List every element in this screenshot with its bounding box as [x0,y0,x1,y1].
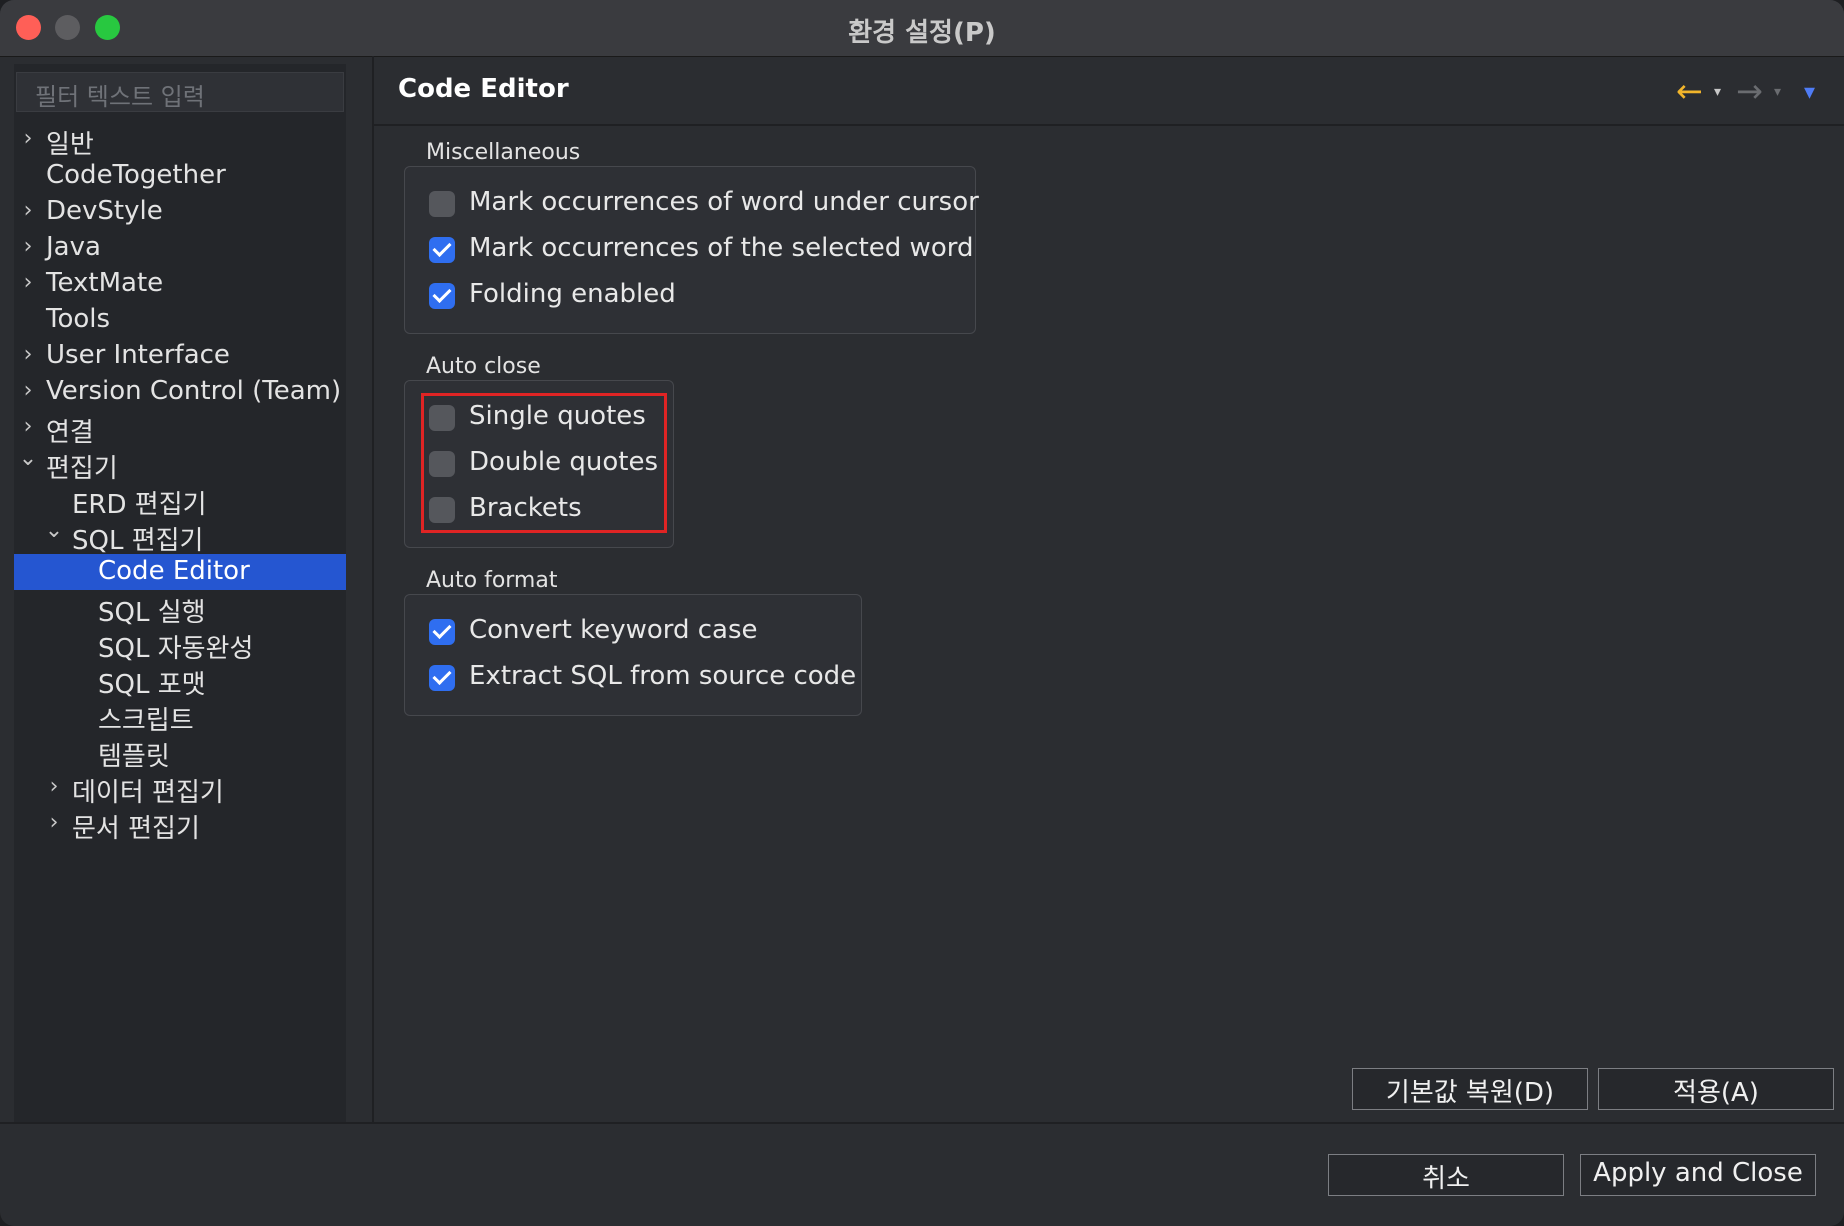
checkbox-checked-icon[interactable] [429,665,455,691]
checkbox-checked-icon[interactable] [429,237,455,263]
highlight-box [421,393,667,533]
sidebar-divider[interactable] [372,56,374,1122]
apply-and-close-button[interactable]: Apply and Close [1580,1154,1816,1196]
tree-item-codetogether[interactable]: CodeTogether [14,158,346,194]
chevron-right-icon[interactable]: › [18,126,38,151]
tree-item-label: User Interface [46,340,230,370]
tree-item-java[interactable]: › Java [14,230,346,266]
tree-item-general[interactable]: › 일반 [14,122,346,160]
tree-item-label: Tools [46,304,111,334]
tree-item-label: 데이터 편집기 [72,778,224,808]
tree-item-user-interface[interactable]: › User Interface [14,338,346,374]
checkbox-label[interactable]: Mark occurrences of word under cursor [469,187,979,217]
autoclose-group-label: Auto close [426,354,541,379]
tree-item-label: TextMate [46,268,164,298]
tree-item-label: ERD 편집기 [72,490,207,520]
checkbox-checked-icon[interactable] [429,619,455,645]
chevron-down-icon[interactable]: ⌄ [18,446,38,471]
page-header: Code Editor ← ▾ → ▾ ▾ [374,56,1844,126]
tree-item-sql-format[interactable]: SQL 포맷 [14,662,346,700]
view-menu-icon[interactable]: ▾ [1804,80,1815,105]
back-history-dropdown-icon[interactable]: ▾ [1714,84,1721,100]
tree-item-sql-autocomplete[interactable]: SQL 자동완성 [14,626,346,664]
tree-item-erd-editor[interactable]: ERD 편집기 [14,482,346,520]
chevron-right-icon[interactable]: › [44,810,64,835]
tree-item-label: 스크립트 [98,706,194,736]
checkbox-label[interactable]: Convert keyword case [469,615,758,645]
tree-item-templates[interactable]: 템플릿 [14,734,346,772]
checkbox-label[interactable]: Mark occurrences of the selected word [469,233,973,263]
checkbox-label[interactable]: Extract SQL from source code [469,661,856,691]
tree-item-label: Code Editor [98,556,250,586]
chevron-right-icon[interactable]: › [44,774,64,799]
tree-item-label: 일반 [46,130,94,160]
tree-item-tools[interactable]: Tools [14,302,346,338]
tree-item-label: 문서 편집기 [72,814,200,844]
preferences-window: 환경 설정(P) 필터 텍스트 입력 › 일반 CodeTogether › D… [0,0,1844,1226]
window-title: 환경 설정(P) [848,18,996,48]
title-bar: 환경 설정(P) [0,0,1844,57]
tree-item-label: 연결 [46,418,94,448]
checkbox-label[interactable]: Folding enabled [469,279,676,309]
tree-item-label: 템플릿 [98,742,170,772]
tree-item-label: CodeTogether [46,160,226,190]
chevron-right-icon[interactable]: › [18,198,38,223]
tree-item-label: Java [46,232,101,262]
tree-item-label: SQL 편집기 [72,526,204,556]
tree-item-label: SQL 자동완성 [98,634,254,664]
tree-item-editors[interactable]: ⌄ 편집기 [14,446,346,484]
tree-item-devstyle[interactable]: › DevStyle [14,194,346,230]
checkbox-unchecked-icon[interactable] [429,191,455,217]
misc-group-label: Miscellaneous [426,140,581,165]
preferences-sidebar: 필터 텍스트 입력 › 일반 CodeTogether › DevStyle ›… [14,64,346,1122]
page-title: Code Editor [398,74,569,104]
chevron-right-icon[interactable]: › [18,342,38,367]
chevron-right-icon[interactable]: › [18,234,38,259]
chevron-down-icon[interactable]: ⌄ [44,518,64,543]
tree-item-label: 편집기 [46,454,118,484]
tree-item-code-editor[interactable]: Code Editor [14,554,346,590]
tree-item-label: SQL 실행 [98,598,206,628]
tree-item-sql-execute[interactable]: SQL 실행 [14,590,346,628]
tree-item-version-control[interactable]: › Version Control (Team) [14,374,346,410]
tree-item-data-editor[interactable]: › 데이터 편집기 [14,770,346,808]
forward-history-dropdown-icon[interactable]: ▾ [1774,84,1781,100]
back-arrow-icon[interactable]: ← [1676,72,1703,110]
chevron-right-icon[interactable]: › [18,270,38,295]
tree-item-label: DevStyle [46,196,163,226]
chevron-right-icon[interactable]: › [18,414,38,439]
autoformat-group: Convert keyword case Extract SQL from so… [404,594,862,716]
apply-button[interactable]: 적용(A) [1598,1068,1834,1110]
tree-item-scripts[interactable]: 스크립트 [14,698,346,736]
tree-item-textmate[interactable]: › TextMate [14,266,346,302]
autoformat-group-label: Auto format [426,568,558,593]
cancel-button[interactable]: 취소 [1328,1154,1564,1196]
forward-arrow-icon[interactable]: → [1736,72,1763,110]
checkbox-checked-icon[interactable] [429,283,455,309]
restore-defaults-button[interactable]: 기본값 복원(D) [1352,1068,1588,1110]
chevron-right-icon[interactable]: › [18,378,38,403]
footer-divider [0,1122,1844,1124]
tree-item-connections[interactable]: › 연결 [14,410,346,448]
tree-item-label: Version Control (Team) [46,376,342,406]
tree-item-label: SQL 포맷 [98,670,206,700]
tree-item-document-editor[interactable]: › 문서 편집기 [14,806,346,844]
tree-item-sql-editor[interactable]: ⌄ SQL 편집기 [14,518,346,556]
filter-input[interactable]: 필터 텍스트 입력 [16,72,344,112]
misc-group: Mark occurrences of word under cursor Ma… [404,166,979,334]
